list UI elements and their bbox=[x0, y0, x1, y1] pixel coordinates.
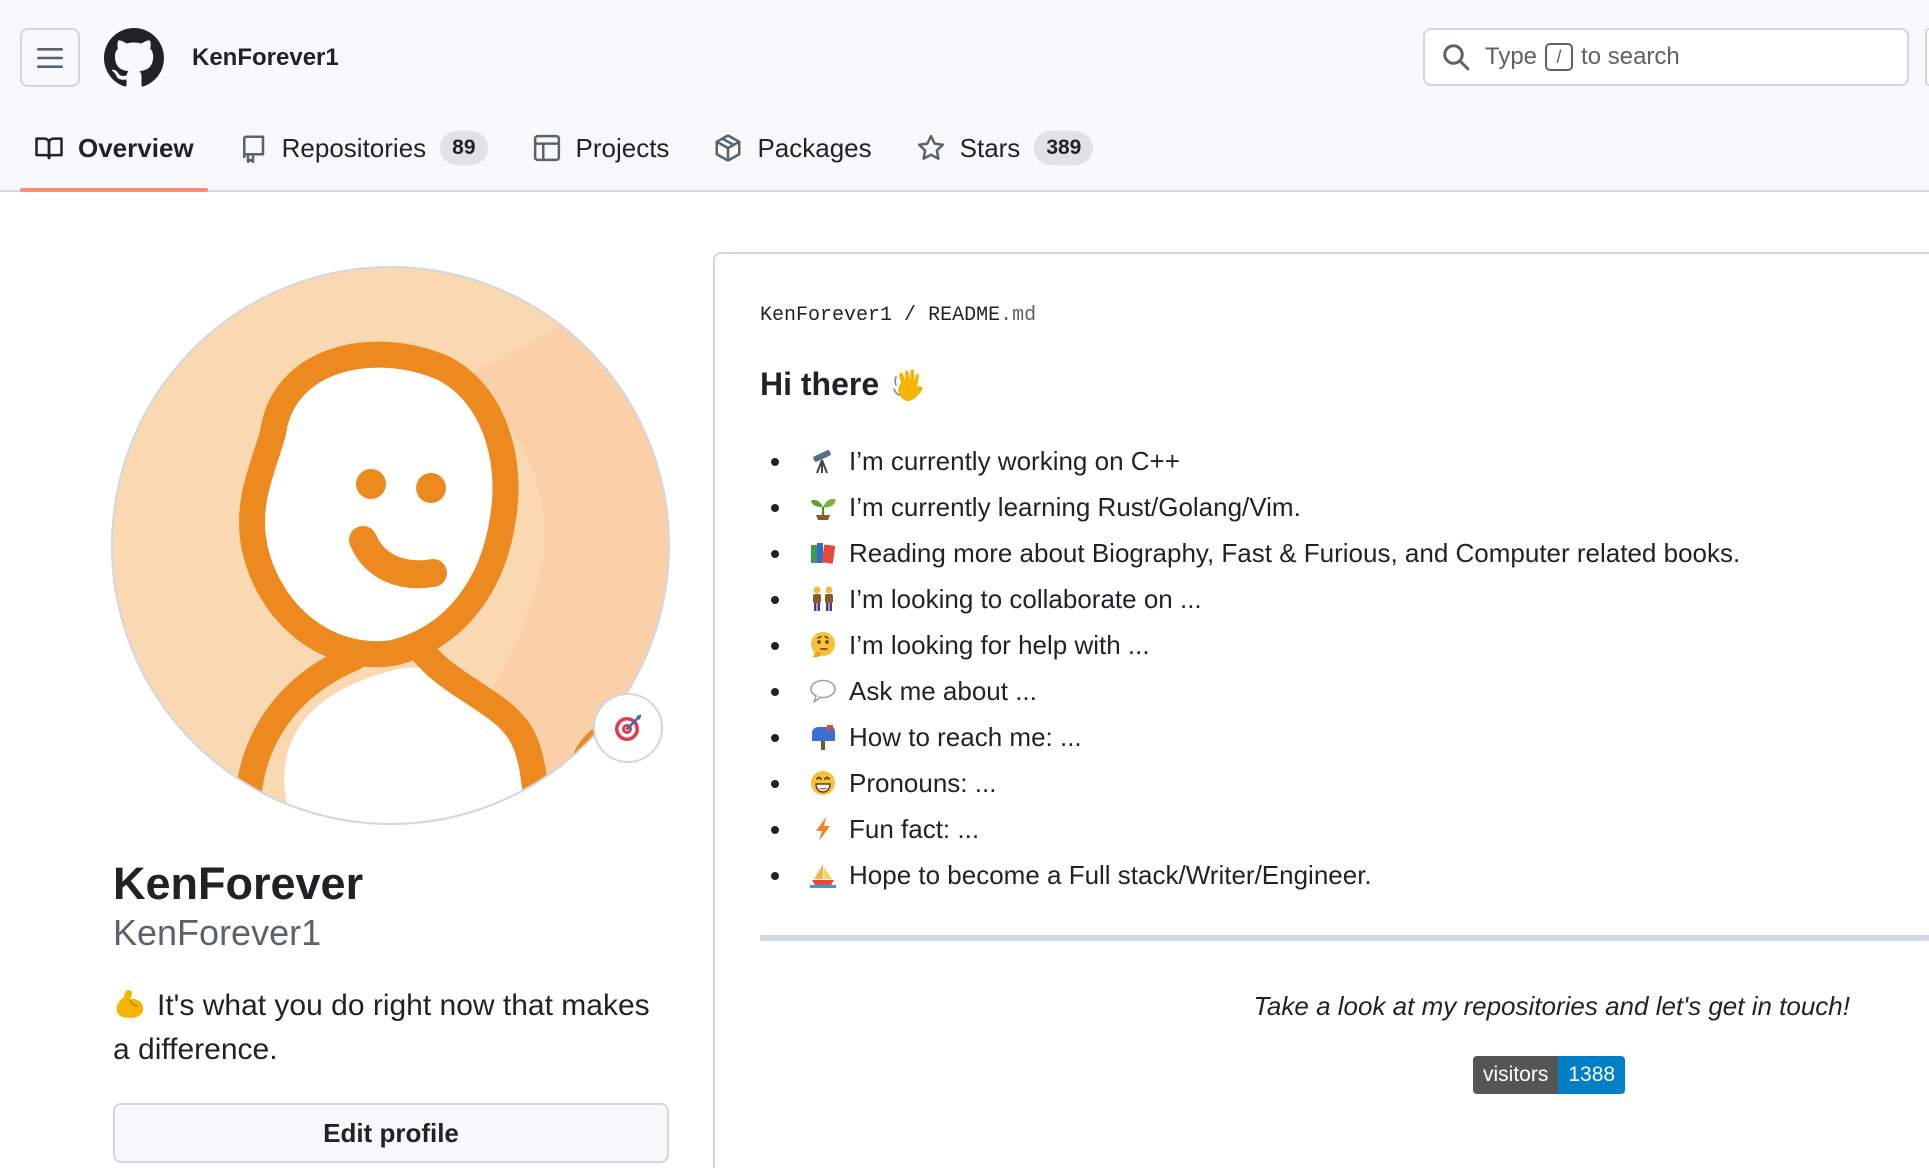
tab-stars-label: Stars bbox=[959, 132, 1021, 163]
list-item-text: How to reach me: ... bbox=[849, 721, 1082, 752]
list-item: I’m looking for help with ... bbox=[770, 622, 1740, 668]
telescope-icon bbox=[813, 450, 831, 474]
tab-repositories[interactable]: Repositories 89 bbox=[224, 124, 502, 172]
search-placeholder-prefix: Type bbox=[1485, 43, 1538, 70]
star-icon bbox=[917, 134, 944, 160]
menu-button[interactable] bbox=[20, 28, 80, 87]
sailboat-icon bbox=[810, 864, 836, 888]
list-item: I’m looking to collaborate on ... bbox=[770, 576, 1740, 622]
list-item-text: I’m currently working on C++ bbox=[849, 445, 1180, 476]
dart-icon bbox=[615, 714, 642, 741]
package-icon bbox=[715, 134, 741, 162]
tab-packages-label: Packages bbox=[757, 132, 872, 163]
flexed-biceps-icon bbox=[116, 990, 144, 1018]
header-action-button-edge[interactable] bbox=[1925, 28, 1929, 86]
tab-overview[interactable]: Overview bbox=[20, 124, 208, 192]
people-holding-hands-icon bbox=[813, 586, 833, 611]
profile-fullname: KenForever bbox=[113, 858, 364, 909]
seedling-icon bbox=[811, 498, 836, 520]
search-shortcut-key: / bbox=[1545, 43, 1574, 71]
search-icon bbox=[1443, 44, 1470, 71]
header-username-link[interactable]: KenForever1 bbox=[192, 44, 339, 72]
visitors-badge[interactable]: visitors 1388 bbox=[1473, 1056, 1626, 1094]
tab-packages[interactable]: Packages bbox=[699, 124, 885, 172]
readme-heading-text: Hi there bbox=[760, 366, 880, 402]
repositories-count: 89 bbox=[440, 131, 488, 165]
global-header: KenForever1 Type / to search Overview Re… bbox=[0, 0, 1929, 192]
grinning-face-icon bbox=[811, 771, 835, 795]
profile-login: KenForever1 bbox=[113, 912, 322, 953]
hamburger-icon bbox=[37, 47, 63, 68]
list-item-text: I’m currently learning Rust/Golang/Vim. bbox=[849, 491, 1301, 522]
stars-count: 389 bbox=[1034, 131, 1094, 165]
tab-projects[interactable]: Projects bbox=[518, 124, 684, 172]
readme-breadcrumb: KenForever1 / README.md bbox=[760, 304, 1036, 327]
avatar-illustration bbox=[113, 268, 668, 823]
mailbox-icon bbox=[812, 725, 835, 750]
readme-breadcrumb-ext[interactable]: .md bbox=[1000, 304, 1036, 327]
list-item-text: I’m looking to collaborate on ... bbox=[849, 583, 1202, 614]
table-icon bbox=[533, 134, 560, 162]
list-item-text: Fun fact: ... bbox=[849, 813, 980, 844]
readme-breadcrumb-user[interactable]: KenForever1 bbox=[760, 304, 892, 327]
search-input[interactable]: Type / to search bbox=[1423, 28, 1909, 86]
profile-bio: It's what you do right now that makes a … bbox=[113, 984, 673, 1072]
github-logo-icon[interactable] bbox=[104, 28, 164, 88]
readme-breadcrumb-file[interactable]: README bbox=[928, 304, 1000, 327]
tab-projects-label: Projects bbox=[575, 132, 670, 163]
books-icon bbox=[811, 543, 836, 564]
list-item: I’m currently learning Rust/Golang/Vim. bbox=[770, 484, 1740, 530]
horizontal-rule bbox=[760, 935, 1929, 941]
readme-tagline: Take a look at my repositories and let's… bbox=[1253, 991, 1850, 1021]
list-item: Pronouns: ... bbox=[770, 760, 1740, 806]
list-item: Hope to become a Full stack/Writer/Engin… bbox=[770, 852, 1740, 898]
lightning-icon bbox=[816, 817, 830, 841]
tab-stars[interactable]: Stars 389 bbox=[902, 124, 1108, 172]
waving-hand-icon bbox=[893, 369, 923, 401]
list-item: How to reach me: ... bbox=[770, 714, 1740, 760]
search-placeholder-suffix: to search bbox=[1581, 43, 1680, 70]
readme-card: KenForever1 / README.md Hi there I’m cur… bbox=[713, 252, 1929, 1168]
status-button[interactable] bbox=[593, 693, 663, 763]
list-item: Reading more about Biography, Fast & Fur… bbox=[770, 530, 1741, 576]
tab-overview-label: Overview bbox=[78, 132, 194, 163]
list-item-text: Ask me about ... bbox=[849, 675, 1037, 706]
list-item-text: I’m looking for help with ... bbox=[849, 629, 1150, 660]
list-item-text: Reading more about Biography, Fast & Fur… bbox=[849, 537, 1741, 568]
profile-tabs: Overview Repositories 89 Projects Packag… bbox=[20, 124, 1123, 192]
visitors-badge-value: 1388 bbox=[1558, 1056, 1626, 1094]
list-item: Ask me about ... bbox=[770, 668, 1740, 714]
speech-balloon-icon bbox=[810, 679, 836, 703]
readme-heading: Hi there bbox=[760, 366, 929, 403]
list-item: Fun fact: ... bbox=[770, 806, 1740, 852]
list-item: I’m currently working on C++ bbox=[770, 438, 1740, 484]
readme-list: I’m currently working on C++ I’m current… bbox=[770, 438, 1741, 898]
edit-profile-button[interactable]: Edit profile bbox=[113, 1103, 669, 1163]
avatar[interactable] bbox=[111, 266, 670, 825]
book-icon bbox=[35, 137, 63, 160]
list-item-text: Pronouns: ... bbox=[849, 767, 997, 798]
repo-icon bbox=[242, 135, 264, 163]
profile-bio-text: It's what you do right now that makes a … bbox=[113, 989, 650, 1066]
visitors-badge-label: visitors bbox=[1473, 1056, 1559, 1094]
list-item-text: Hope to become a Full stack/Writer/Engin… bbox=[849, 859, 1372, 890]
tab-repositories-label: Repositories bbox=[281, 132, 427, 163]
thinking-face-icon bbox=[811, 632, 835, 658]
readme-breadcrumb-separator: / bbox=[904, 304, 917, 327]
